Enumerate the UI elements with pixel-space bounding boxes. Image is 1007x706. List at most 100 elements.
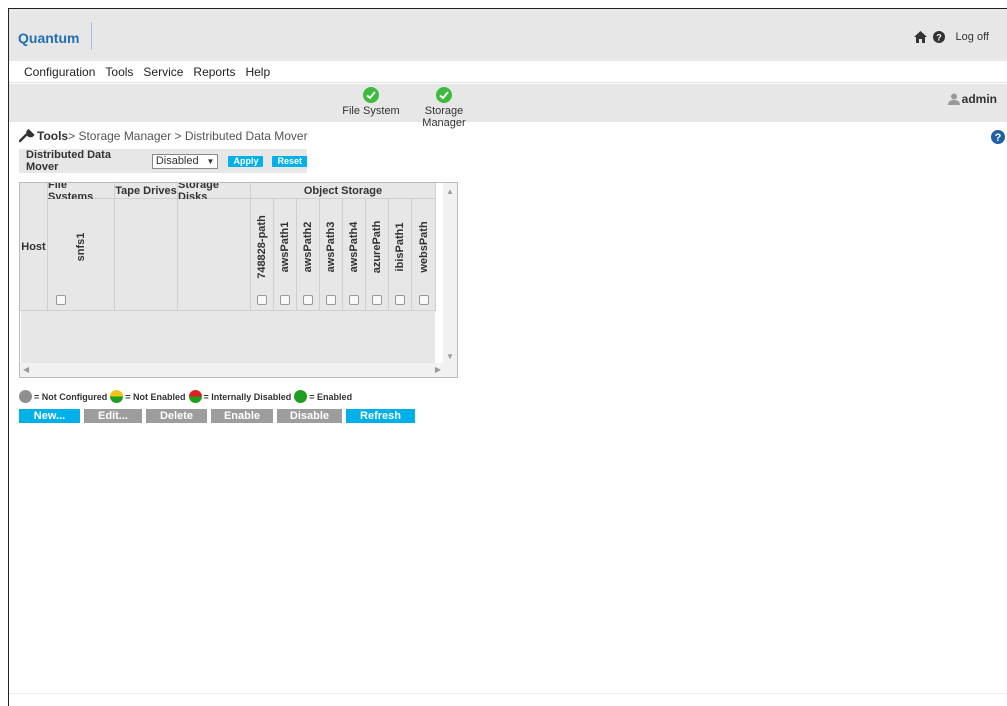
horizontal-scrollbar[interactable]: ◀ ▶ [20,363,457,377]
ddm-panel: Distributed Data Mover Disabled ▼ Apply … [19,149,307,173]
ddm-select-value: Disabled [155,155,199,167]
app-window: Quantum ? Log off Configuration Tools Se… [8,8,1007,706]
column-label: azurePath [371,220,383,274]
menu-help[interactable]: Help [245,65,270,79]
logo-divider [91,22,92,50]
ddm-label: Distributed Data Mover [26,149,111,173]
status-bar: File System Storage Manager admin [9,84,1007,129]
checkbox[interactable] [303,295,313,305]
wrench-icon [19,129,35,143]
object-storage-header: Object Storage [251,183,436,199]
quantum-logo: Quantum [18,30,80,46]
red-green-circle-icon [188,390,202,403]
check-circle-icon [436,87,452,103]
tape-drives-header: Tape Drives [115,183,178,199]
home-icon[interactable] [913,31,927,43]
refresh-button[interactable]: Refresh [346,409,415,423]
ddm-select[interactable]: Disabled ▼ [151,153,219,169]
column-awspath2: awsPath2 [297,199,320,311]
file-system-label: File System [342,105,400,117]
breadcrumb-root[interactable]: Tools [37,129,68,143]
scroll-up-icon[interactable]: ▲ [446,187,454,196]
delete-button[interactable]: Delete [146,409,207,423]
storage-disks-column [178,199,251,311]
column-label: awsPath1 [279,221,291,273]
svg-text:?: ? [936,33,942,43]
column-ibispath1: ibisPath1 [389,199,412,311]
legend-label: = Internally Disabled [203,391,292,402]
column-label: ibisPath1 [394,222,406,272]
column-label: snfs1 [75,232,87,262]
file-system-status[interactable]: File System [339,87,403,117]
column-748828-path: 748828-path [251,199,274,311]
question-circle-icon[interactable]: ? [991,130,1005,144]
checkbox[interactable] [395,295,405,305]
legend-internally-disabled: = Internally Disabled [188,390,292,403]
host-header: Host [20,183,48,311]
scroll-down-icon[interactable]: ▼ [446,352,454,361]
column-awspath3: awsPath3 [320,199,343,311]
menu-configuration[interactable]: Configuration [24,65,95,79]
chevron-down-icon: ▼ [206,156,215,166]
disable-button[interactable]: Disable [277,409,342,423]
new-button[interactable]: New... [19,409,80,423]
menu-tools[interactable]: Tools [105,65,133,79]
column-label: awsPath2 [302,221,314,273]
username: admin [961,92,997,106]
legend-label: = Not Configured [34,391,108,402]
checkbox[interactable] [372,295,382,305]
storage-manager-status[interactable]: Storage Manager [404,87,484,129]
check-circle-icon [363,87,379,103]
column-label: awsPath3 [325,221,337,273]
gray-circle-icon [19,390,32,403]
legend-not-enabled: = Not Enabled [110,390,186,403]
column-awspath4: awsPath4 [343,199,366,311]
column-azurepath: azurePath [366,199,389,311]
svg-text:?: ? [995,132,1002,144]
top-right-controls: ? Log off [913,31,989,43]
scroll-right-icon[interactable]: ▶ [435,365,441,374]
menu-reports[interactable]: Reports [193,65,235,79]
reset-button[interactable]: Reset [272,155,307,167]
column-snfs1: snfs1 [48,199,115,311]
storage-disks-header: Storage Disks [178,183,251,203]
enable-button[interactable]: Enable [211,409,273,423]
edit-button[interactable]: Edit... [84,409,142,423]
column-label: 748828-path [256,215,268,279]
grid-body [21,311,435,365]
main-menu: Configuration Tools Service Reports Help [9,61,1007,83]
column-awspath1: awsPath1 [274,199,297,311]
legend-label: = Not Enabled [125,391,186,402]
scroll-left-icon[interactable]: ◀ [23,365,29,374]
footer-divider [9,693,1007,694]
checkbox[interactable] [56,295,66,305]
tape-drives-column [115,199,178,311]
breadcrumb: Tools > Storage Manager > Distributed Da… [19,129,308,143]
ddm-grid: Host File Systems Tape Drives Storage Di… [19,182,458,378]
checkbox[interactable] [418,295,429,305]
user-menu[interactable]: admin [947,92,997,106]
breadcrumb-path: > Storage Manager > Distributed Data Mov… [68,129,308,143]
user-icon [947,93,960,105]
checkbox[interactable] [349,295,359,305]
legend-label: = Enabled [309,391,353,402]
column-webspath: websPath [412,199,436,311]
apply-button[interactable]: Apply [228,155,264,167]
status-legend: = Not Configured = Not Enabled = Interna… [19,390,355,403]
yellow-green-circle-icon [110,390,124,403]
checkbox[interactable] [326,295,336,305]
file-systems-header: File Systems [48,183,115,203]
action-bar: New... Edit... Delete Enable Disable Ref… [19,409,415,423]
help-icon[interactable]: ? [932,31,946,43]
logoff-link[interactable]: Log off [956,31,989,43]
checkbox[interactable] [257,295,267,305]
storage-manager-label: Storage Manager [422,105,466,129]
vertical-scrollbar[interactable]: ▲ ▼ [443,183,457,365]
top-bar: Quantum ? Log off [9,9,1007,61]
column-label: websPath [417,221,430,273]
legend-enabled: = Enabled [294,390,352,403]
menu-service[interactable]: Service [143,65,183,79]
column-label: awsPath4 [348,221,360,273]
checkbox[interactable] [280,295,290,305]
legend-not-configured: = Not Configured [19,390,107,403]
